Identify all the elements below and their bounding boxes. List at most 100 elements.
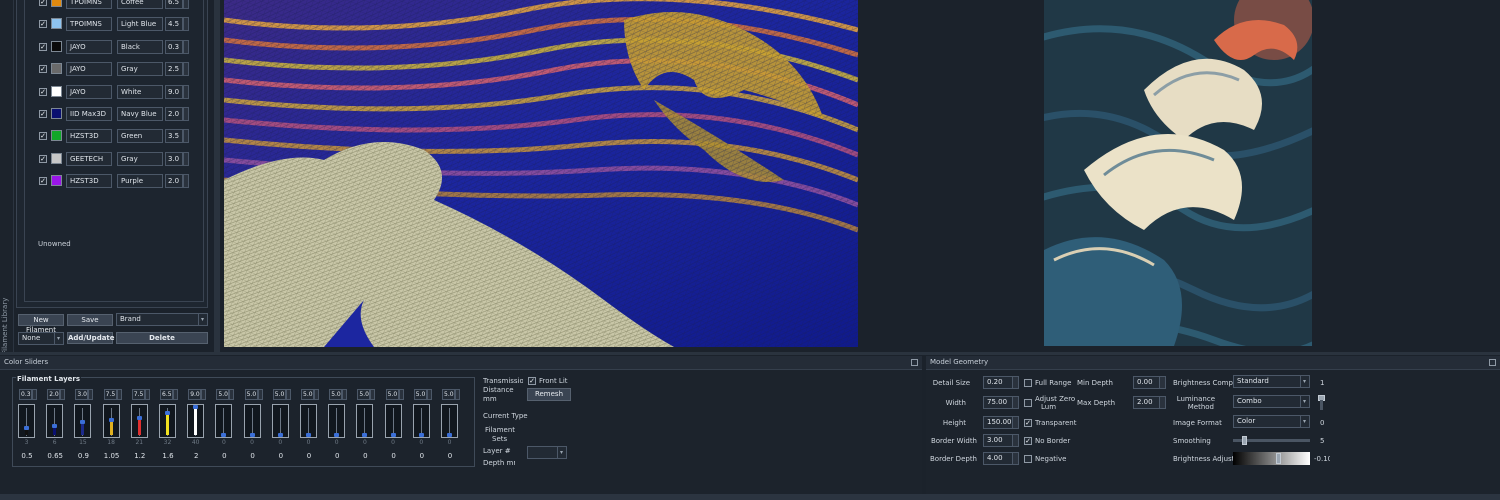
filament-color-swatch[interactable] xyxy=(51,130,62,142)
vertical-splitter[interactable] xyxy=(214,0,220,352)
filament-td-spinner[interactable] xyxy=(183,17,189,32)
luminance-method-select[interactable]: Combo ▾ xyxy=(1233,395,1310,408)
filament-color-swatch[interactable] xyxy=(51,152,62,164)
filament-library-tab[interactable]: Filament Library xyxy=(0,0,14,354)
float-window-icon[interactable] xyxy=(911,359,918,366)
layer-td-input[interactable]: 5.0 xyxy=(357,389,371,400)
filament-color-swatch[interactable] xyxy=(51,85,62,97)
filament-td-field[interactable]: 6.5 xyxy=(165,0,183,9)
layer-slider-thumb[interactable] xyxy=(24,426,29,430)
border-width-input[interactable]: 3.00 xyxy=(983,434,1019,447)
layer-slider-thumb[interactable] xyxy=(249,433,255,437)
layer-slider-thumb[interactable] xyxy=(52,424,58,428)
spin-buttons[interactable] xyxy=(1012,453,1018,464)
width-input[interactable]: 75.00 xyxy=(983,396,1019,409)
horizontal-splitter[interactable] xyxy=(0,352,1500,355)
layer-td-spinner[interactable] xyxy=(257,389,263,400)
layer-select[interactable]: ▾ xyxy=(527,446,567,459)
filament-brand-field[interactable]: HZST3D xyxy=(66,174,112,189)
layer-slider[interactable] xyxy=(46,404,64,438)
layer-td-input[interactable]: 2.0 xyxy=(47,389,61,400)
filament-row[interactable]: ✓ TPOIMNS Coffee 6.5 xyxy=(36,0,196,9)
filament-brand-field[interactable]: JAYO xyxy=(66,62,112,77)
filament-row[interactable]: ✓ JAYO White 9.0 xyxy=(36,84,196,99)
filament-td-spinner[interactable] xyxy=(183,107,189,121)
layer-td-input[interactable]: 5.0 xyxy=(301,389,314,400)
negative-checkbox[interactable] xyxy=(1024,455,1032,463)
layer-td-input[interactable]: 5.0 xyxy=(385,389,399,400)
layer-slider-thumb[interactable] xyxy=(108,418,114,422)
layer-slider[interactable] xyxy=(187,404,205,438)
layer-td-spinner[interactable] xyxy=(285,389,291,400)
filament-color-name-field[interactable]: Gray xyxy=(117,62,163,77)
filament-color-name-field[interactable]: Green xyxy=(117,129,163,144)
mesh-viewport[interactable] xyxy=(224,0,858,347)
layer-td-input[interactable]: 5.0 xyxy=(216,389,230,400)
filament-brand-field[interactable]: TPOIMNS xyxy=(66,0,112,9)
delete-button[interactable]: Delete xyxy=(116,332,208,344)
filament-td-spinner[interactable] xyxy=(183,84,189,99)
layer-td-spinner[interactable] xyxy=(32,389,37,400)
layer-td-spinner[interactable] xyxy=(398,389,404,400)
layer-td-spinner[interactable] xyxy=(342,389,348,400)
filament-color-swatch[interactable] xyxy=(51,40,62,52)
layer-td-input[interactable]: 6.5 xyxy=(160,389,173,400)
min-depth-input[interactable]: 0.00 xyxy=(1133,376,1166,389)
spin-buttons[interactable] xyxy=(1012,377,1018,388)
filament-td-field[interactable]: 2.0 xyxy=(165,107,183,121)
filament-td-field[interactable]: 3.5 xyxy=(165,129,183,144)
layer-slider[interactable] xyxy=(130,404,148,438)
layer-slider-thumb[interactable] xyxy=(277,433,283,437)
brightness-comp-select[interactable]: Standard ▾ xyxy=(1233,375,1310,388)
layer-slider-thumb[interactable] xyxy=(221,433,227,437)
layer-td-input[interactable]: 9.0 xyxy=(188,389,202,400)
filament-color-swatch[interactable] xyxy=(51,18,62,30)
remesh-button[interactable]: Remesh xyxy=(527,388,571,401)
layer-td-input[interactable]: 5.0 xyxy=(272,389,286,400)
layer-slider[interactable] xyxy=(384,404,402,438)
filament-owned-checkbox[interactable]: ✓ xyxy=(39,177,47,186)
filament-brand-field[interactable]: HZST3D xyxy=(66,129,112,144)
filament-color-name-field[interactable]: Gray xyxy=(117,151,163,166)
detail-size-input[interactable]: 0.20 xyxy=(983,376,1019,389)
layer-slider[interactable] xyxy=(300,404,317,438)
filament-brand-field[interactable]: IID Max3D xyxy=(66,107,112,121)
layer-td-input[interactable]: 3.0 xyxy=(75,389,89,400)
layer-td-spinner[interactable] xyxy=(88,389,94,400)
filament-color-swatch[interactable] xyxy=(51,63,62,75)
layer-slider-thumb[interactable] xyxy=(334,433,340,437)
filament-color-name-field[interactable]: Navy Blue xyxy=(117,107,163,121)
filament-td-spinner[interactable] xyxy=(183,39,189,54)
filament-td-field[interactable]: 3.0 xyxy=(165,151,183,166)
filament-color-name-field[interactable]: Coffee xyxy=(117,0,163,9)
layer-td-input[interactable]: 7.5 xyxy=(131,389,145,400)
filament-row[interactable]: ✓ IID Max3D Navy Blue 2.0 xyxy=(36,107,196,121)
spin-buttons[interactable] xyxy=(1012,435,1018,446)
filament-row[interactable]: ✓ JAYO Gray 2.5 xyxy=(36,62,196,77)
filament-row[interactable]: ✓ HZST3D Green 3.5 xyxy=(36,129,196,144)
sort-select[interactable]: Brand ▾ xyxy=(116,313,208,326)
layer-slider[interactable] xyxy=(102,404,120,438)
layer-td-spinner[interactable] xyxy=(370,389,376,400)
layer-slider[interactable] xyxy=(18,404,35,438)
smoothing-slider-thumb[interactable] xyxy=(1241,436,1247,445)
layer-td-spinner[interactable] xyxy=(116,389,122,400)
layer-slider[interactable] xyxy=(356,404,374,438)
brightness-adjust-slider[interactable] xyxy=(1233,452,1310,465)
front-lit-checkbox[interactable]: ✓ xyxy=(528,377,536,385)
filament-td-field[interactable]: 4.5 xyxy=(165,17,183,32)
layer-slider-thumb[interactable] xyxy=(390,433,396,437)
luminance-slider-track[interactable] xyxy=(1320,400,1323,410)
layer-slider-thumb[interactable] xyxy=(418,433,424,437)
no-border-checkbox[interactable]: ✓ xyxy=(1024,437,1032,445)
filament-brand-field[interactable]: TPOIMNS xyxy=(66,17,112,32)
border-depth-input[interactable]: 4.00 xyxy=(983,452,1019,465)
layer-td-spinner[interactable] xyxy=(144,389,150,400)
filament-td-field[interactable]: 9.0 xyxy=(165,84,183,99)
layer-td-spinner[interactable] xyxy=(201,389,207,400)
brightness-adjust-slider-thumb[interactable] xyxy=(1276,453,1282,464)
layer-slider[interactable] xyxy=(441,404,458,438)
add-update-button[interactable]: Add/Update xyxy=(67,332,115,344)
filament-owned-checkbox[interactable]: ✓ xyxy=(39,154,47,163)
filament-td-field[interactable]: 2.0 xyxy=(165,174,183,189)
